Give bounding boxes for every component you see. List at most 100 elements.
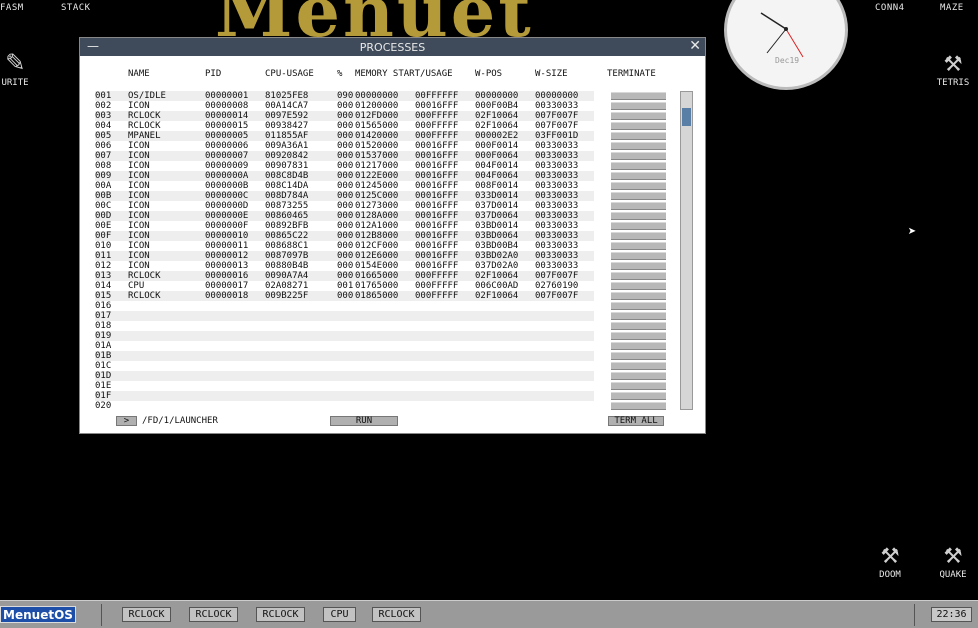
- terminate-button[interactable]: [611, 402, 666, 410]
- process-cell-n: 01C: [95, 361, 112, 371]
- terminate-button[interactable]: [611, 352, 666, 360]
- process-cell-wp: 02F10064: [475, 271, 519, 281]
- process-row[interactable]: 007 ICON 00000007 00920842 000 01537000 00016F…: [95, 151, 594, 161]
- process-row[interactable]: 00B ICON 0000000C 008D784A 000 0125C000 00016F…: [95, 191, 594, 201]
- terminate-button[interactable]: [611, 302, 666, 310]
- process-row[interactable]: 010 ICON 00000011 008688C1 000 012CF000 00016F…: [95, 241, 594, 251]
- launch-path-field[interactable]: /FD/1/LAUNCHER: [142, 416, 218, 426]
- process-row[interactable]: 013 RCLOCK 00000016 0090A7A4 000 01665000 000F…: [95, 271, 594, 281]
- column-header-name: NAME: [128, 69, 150, 79]
- terminate-button[interactable]: [611, 332, 666, 340]
- process-row[interactable]: 01C: [95, 361, 594, 371]
- process-row[interactable]: 00D ICON 0000000E 00860465 000 0128A000 00016F…: [95, 211, 594, 221]
- terminate-button[interactable]: [611, 232, 666, 240]
- terminate-button[interactable]: [611, 382, 666, 390]
- desktop-icon-quake[interactable]: ⚒ QUAKE: [933, 538, 973, 581]
- terminate-button[interactable]: [611, 392, 666, 400]
- vertical-scrollbar[interactable]: [680, 91, 693, 410]
- terminate-button[interactable]: [611, 192, 666, 200]
- terminate-button[interactable]: [611, 152, 666, 160]
- process-row[interactable]: 01E: [95, 381, 594, 391]
- launch-arrow-button[interactable]: >: [116, 416, 137, 426]
- process-cell-mu: 00016FFF: [415, 221, 459, 231]
- terminate-button[interactable]: [611, 262, 666, 270]
- process-row[interactable]: 00F ICON 00000010 00865C22 000 012B8000 00016F…: [95, 231, 594, 241]
- desktop-label-conn4[interactable]: CONN4: [875, 3, 905, 13]
- terminate-button[interactable]: [611, 132, 666, 140]
- desktop-label-maze[interactable]: MAZE: [940, 3, 964, 13]
- terminate-button[interactable]: [611, 242, 666, 250]
- process-row[interactable]: 011 ICON 00000012 0087097B 000 012E6000 00016F…: [95, 251, 594, 261]
- terminate-button[interactable]: [611, 122, 666, 130]
- process-cell-name: ICON: [128, 101, 150, 111]
- menuet-start-button[interactable]: MenuetOS: [0, 606, 76, 623]
- desktop-icon-tetris[interactable]: ⚒ TETRIS: [932, 46, 974, 89]
- process-row[interactable]: 020: [95, 401, 594, 411]
- window-titlebar[interactable]: — PROCESSES ✕: [80, 38, 705, 56]
- process-row[interactable]: 015 RCLOCK 00000018 009B225F 000 01865000 000F…: [95, 291, 594, 301]
- terminate-button[interactable]: [611, 282, 666, 290]
- process-row[interactable]: 001 OS/IDLE 00000001 81025FE8 090 00000000 00F…: [95, 91, 594, 101]
- process-cell-cpu: 00873255: [265, 201, 309, 211]
- process-cell-wp: 02F10064: [475, 121, 519, 131]
- desktop-label-fasm[interactable]: FASM: [0, 3, 24, 13]
- terminate-button[interactable]: [611, 342, 666, 350]
- process-row[interactable]: 01D: [95, 371, 594, 381]
- taskbar-task[interactable]: CPU: [323, 607, 356, 622]
- column-header-terminate: TERMINATE: [607, 69, 656, 79]
- process-row[interactable]: 006 ICON 00000006 009A36A1 000 01520000 00016F…: [95, 141, 594, 151]
- terminate-button[interactable]: [611, 272, 666, 280]
- taskbar-clock[interactable]: 22:36: [931, 607, 972, 622]
- terminate-button[interactable]: [611, 202, 666, 210]
- process-row[interactable]: 005 MPANEL 00000005 011855AF 000 01420000 000F…: [95, 131, 594, 141]
- process-row[interactable]: 019: [95, 331, 594, 341]
- process-row[interactable]: 012 ICON 00000013 00880B4B 000 0154E000 00016F…: [95, 261, 594, 271]
- process-row[interactable]: 004 RCLOCK 00000015 00938427 000 01565000 000F…: [95, 121, 594, 131]
- process-row[interactable]: 017: [95, 311, 594, 321]
- process-row[interactable]: 00E ICON 0000000F 00892BFB 000 012A1000 00016F…: [95, 221, 594, 231]
- terminate-button[interactable]: [611, 372, 666, 380]
- terminate-button[interactable]: [611, 292, 666, 300]
- process-row[interactable]: 00C ICON 0000000D 00873255 000 01273000 00016F…: [95, 201, 594, 211]
- terminate-button[interactable]: [611, 312, 666, 320]
- terminate-button[interactable]: [611, 182, 666, 190]
- process-cell-n: 00D: [95, 211, 112, 221]
- process-row[interactable]: 01B: [95, 351, 594, 361]
- taskbar-task[interactable]: RCLOCK: [189, 607, 238, 622]
- process-row[interactable]: 003 RCLOCK 00000014 0097E592 000 012FD000 000F…: [95, 111, 594, 121]
- terminate-button[interactable]: [611, 212, 666, 220]
- taskbar-task[interactable]: RCLOCK: [372, 607, 421, 622]
- close-icon[interactable]: ✕: [689, 38, 701, 54]
- taskbar-task[interactable]: RCLOCK: [256, 607, 305, 622]
- terminate-button[interactable]: [611, 172, 666, 180]
- process-cell-pid: 00000011: [205, 241, 249, 251]
- terminate-button[interactable]: [611, 362, 666, 370]
- term-all-button[interactable]: TERM ALL: [608, 416, 664, 426]
- terminate-button[interactable]: [611, 162, 666, 170]
- process-cell-pid: 0000000E: [205, 211, 249, 221]
- process-row[interactable]: 01A: [95, 341, 594, 351]
- process-row[interactable]: 009 ICON 0000000A 008C8D4B 000 0122E000 00016F…: [95, 171, 594, 181]
- terminate-button[interactable]: [611, 252, 666, 260]
- run-button[interactable]: RUN: [330, 416, 398, 426]
- scrollbar-thumb[interactable]: [682, 108, 691, 126]
- process-row[interactable]: 018: [95, 321, 594, 331]
- terminate-button[interactable]: [611, 112, 666, 120]
- terminate-button[interactable]: [611, 142, 666, 150]
- terminate-button[interactable]: [611, 102, 666, 110]
- process-row[interactable]: 008 ICON 00000009 00907831 000 01217000 00016F…: [95, 161, 594, 171]
- process-row[interactable]: 014 CPU 00000017 02A08271 001 01765000 000FFFF…: [95, 281, 594, 291]
- terminate-button[interactable]: [611, 322, 666, 330]
- terminate-button[interactable]: [611, 92, 666, 100]
- process-list: 001 OS/IDLE 00000001 81025FE8 090 00000000 00F…: [95, 91, 594, 411]
- terminate-button[interactable]: [611, 222, 666, 230]
- process-row[interactable]: 01F: [95, 391, 594, 401]
- process-row[interactable]: 00A ICON 0000000B 008C14DA 000 01245000 00016F…: [95, 181, 594, 191]
- desktop-label-stack[interactable]: STACK: [61, 3, 91, 13]
- desktop-icon-write[interactable]: ✎ URITE: [0, 46, 30, 89]
- process-cell-ms: 01537000: [355, 151, 399, 161]
- taskbar-task[interactable]: RCLOCK: [122, 607, 171, 622]
- process-row[interactable]: 016: [95, 301, 594, 311]
- desktop-icon-doom[interactable]: ⚒ DOOM: [870, 538, 910, 581]
- process-row[interactable]: 002 ICON 00000008 00A14CA7 000 01200000 00016F…: [95, 101, 594, 111]
